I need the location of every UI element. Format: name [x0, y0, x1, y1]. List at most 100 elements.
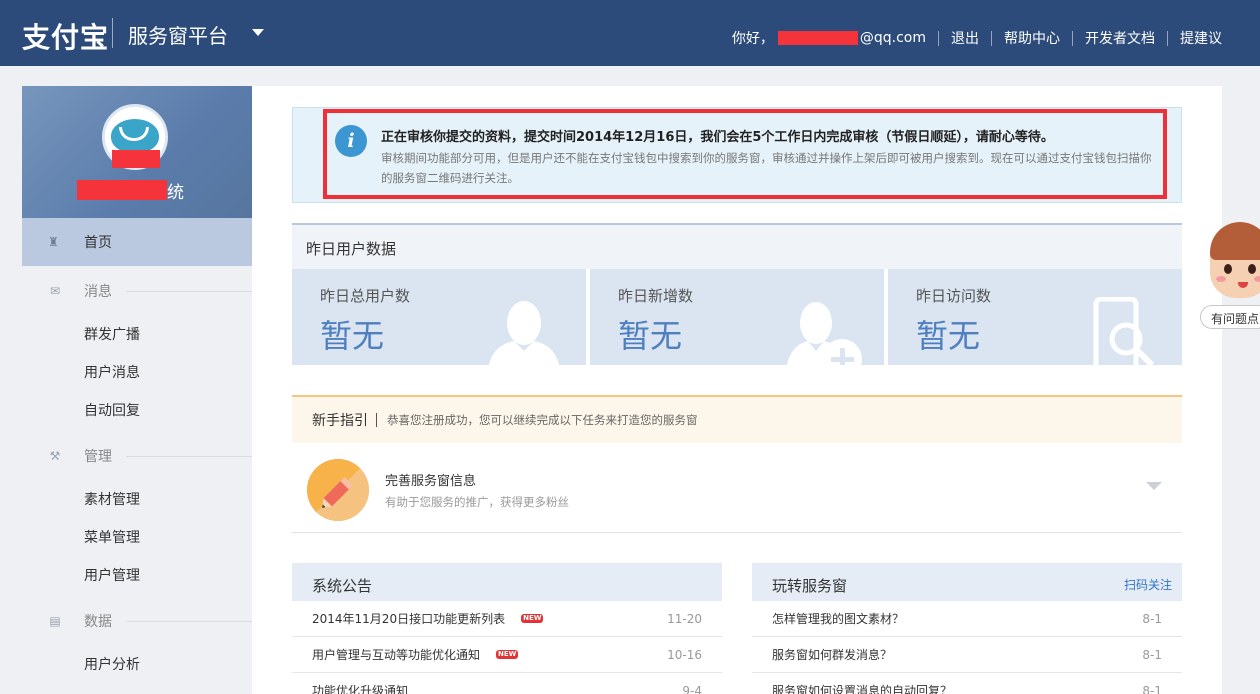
stat-value: 暂无 [618, 317, 683, 355]
list-item-text: 服务窗如何群发消息？ [772, 648, 893, 662]
sidebar-item-users[interactable]: 用户管理 [84, 565, 140, 585]
redacted-account-name [77, 180, 167, 200]
guide-separator [376, 413, 377, 427]
list-item-text: 功能优化升级通知 [312, 684, 409, 694]
card-title: 系统公告 [312, 577, 373, 595]
stat-value: 暂无 [320, 317, 385, 355]
nav-separator [938, 30, 939, 46]
stat-label: 昨日访问数 [916, 287, 992, 305]
list-item-date: 10-16 [667, 647, 702, 662]
list-item-text: 服务窗如何设置消息的自动回复？ [772, 684, 953, 694]
service-window-tips: 玩转服务窗 扫码关注 怎样管理我的图文素材？ 8-1 服务窗如何群发消息？ 8-… [752, 563, 1182, 694]
list-item-date: 8-1 [1142, 611, 1162, 626]
list-item-text: 怎样管理我的图文素材？ [772, 612, 905, 626]
system-announcements: 系统公告 2014年11月20日接口功能更新列表 NEW 11-20 用户管理与… [292, 563, 722, 694]
feedback-link[interactable]: 提建议 [1180, 28, 1222, 48]
nav-separator [1072, 30, 1073, 46]
new-badge: NEW [496, 650, 519, 659]
group-divider [126, 455, 252, 457]
sidebar-item-materials[interactable]: 素材管理 [84, 489, 140, 509]
sidebar-item-user-analysis[interactable]: 用户分析 [84, 654, 140, 674]
top-bar: 支付宝 服务窗平台 你好， @qq.com 退出 帮助中心 开发者文档 提建议 [0, 0, 1260, 66]
scan-follow-link[interactable]: 扫码关注 [1124, 576, 1172, 593]
phone-search-icon [1093, 297, 1155, 365]
sidebar-group-management: ⚒ 管理 [22, 441, 252, 471]
sidebar-group-label: 消息 [84, 284, 112, 300]
list-item[interactable]: 2014年11月20日接口功能更新列表 NEW 11-20 [292, 601, 722, 637]
logout-link[interactable]: 退出 [951, 28, 979, 48]
notice-body: 审核期间功能部分可用，但是用户还不能在支付宝钱包中搜索到你的服务窗，审核通过并操… [381, 151, 1152, 185]
sidebar-item-home[interactable]: ♜ 首页 [22, 218, 252, 266]
list-item[interactable]: 功能优化升级通知 9-4 [292, 673, 722, 694]
list-item-date: 11-20 [667, 611, 702, 626]
guide-task-complete-info[interactable]: 完善服务窗信息 有助于您服务的推广，获得更多粉丝 [292, 443, 1182, 533]
home-icon: ♜ [48, 235, 59, 249]
developer-docs-link[interactable]: 开发者文档 [1085, 28, 1155, 48]
sidebar-group-label: 管理 [84, 449, 112, 465]
stat-value: 暂无 [916, 317, 981, 355]
task-description: 有助于您服务的推广，获得更多粉丝 [385, 495, 569, 509]
task-title: 完善服务窗信息 [385, 474, 477, 489]
stat-total-users[interactable]: 昨日总用户数 暂无 [292, 269, 586, 365]
help-center-link[interactable]: 帮助中心 [1004, 28, 1060, 48]
review-notice: i 正在审核你提交的资料，提交时间2014年12月16日，我们会在5个工作日内完… [292, 107, 1182, 203]
guide-title: 新手指引 [312, 413, 368, 429]
group-divider [126, 620, 252, 622]
greeting-prefix: 你好， [731, 31, 774, 47]
redacted-username [777, 31, 858, 45]
content-area: i 正在审核你提交的资料，提交时间2014年12月16日，我们会在5个工作日内完… [292, 86, 1182, 694]
email-suffix: @qq.com [859, 30, 926, 46]
sidebar-item-auto-reply[interactable]: 自动回复 [84, 400, 140, 420]
nav-separator [991, 30, 992, 46]
card-title: 玩转服务窗 [772, 577, 848, 595]
help-assistant[interactable]: 有问题点 [1200, 222, 1260, 332]
user-greeting: 你好， @qq.com [732, 28, 926, 48]
group-divider [126, 290, 252, 292]
tools-icon: ⚒ [49, 449, 61, 463]
sidebar-item-user-messages[interactable]: 用户消息 [84, 362, 140, 382]
list-item-date: 9-4 [682, 683, 702, 694]
sidebar-item-menu[interactable]: 菜单管理 [84, 527, 140, 547]
sidebar-group-label: 数据 [84, 614, 112, 630]
main-panel: 统 ♜ 首页 ✉ 消息 群发广播 用户消息 自动回复 ⚒ 管理 素材管理 菜单管… [22, 86, 1222, 694]
top-nav: 你好， @qq.com 退出 帮助中心 开发者文档 提建议 [732, 28, 1222, 48]
profile-name: 统 [77, 179, 184, 203]
sidebar-group-data: ▤ 数据 [22, 606, 252, 636]
user-add-icon [786, 302, 862, 365]
list-item[interactable]: 怎样管理我的图文素材？ 8-1 [752, 601, 1182, 637]
stat-label: 昨日总用户数 [320, 287, 411, 305]
help-bubble[interactable]: 有问题点 [1200, 305, 1260, 329]
platform-title[interactable]: 服务窗平台 [128, 20, 228, 49]
chevron-down-icon[interactable] [252, 29, 264, 36]
list-item-text: 2014年11月20日接口功能更新列表 [312, 612, 506, 626]
new-badge: NEW [521, 614, 544, 623]
list-item[interactable]: 用户管理与互动等功能优化通知 NEW 10-16 [292, 637, 722, 673]
sidebar-item-broadcast[interactable]: 群发广播 [84, 324, 140, 344]
stat-new-users[interactable]: 昨日新增数 暂无 [590, 269, 884, 365]
announcements-title: 系统公告 [292, 563, 722, 601]
sidebar-item-label: 首页 [84, 235, 112, 251]
sidebar-group-messages: ✉ 消息 [22, 276, 252, 306]
redacted-avatar-label [112, 150, 160, 168]
list-item-text: 用户管理与互动等功能优化通知 [312, 648, 481, 662]
notice-title: 正在审核你提交的资料，提交时间2014年12月16日，我们会在5个工作日内完成审… [381, 130, 1054, 145]
envelope-icon: ✉ [49, 284, 61, 298]
stats-title: 昨日用户数据 [292, 225, 1182, 269]
list-item[interactable]: 服务窗如何设置消息的自动回复？ 8-1 [752, 673, 1182, 694]
nav-separator [1167, 30, 1168, 46]
stat-visits[interactable]: 昨日访问数 暂无 [888, 269, 1182, 365]
yesterday-stats: 昨日用户数据 昨日总用户数 暂无 昨日新增数 暂无 昨日访问数 暂无 [292, 223, 1182, 365]
beginner-guide-header: 新手指引 恭喜您注册成功，您可以继续完成以下任务来打造您的服务窗 [292, 395, 1182, 443]
guide-subtitle: 恭喜您注册成功，您可以继续完成以下任务来打造您的服务窗 [387, 413, 698, 427]
profile-card: 统 [22, 86, 252, 218]
list-item-date: 8-1 [1142, 647, 1162, 662]
user-icon [488, 301, 560, 365]
profile-name-suffix: 统 [167, 182, 184, 203]
assistant-avatar-icon [1210, 222, 1260, 298]
list-item[interactable]: 服务窗如何群发消息？ 8-1 [752, 637, 1182, 673]
chart-icon: ▤ [49, 614, 61, 628]
stat-label: 昨日新增数 [618, 287, 694, 305]
pencil-icon [307, 459, 369, 521]
alipay-logo[interactable]: 支付宝 [22, 16, 109, 56]
chevron-down-icon[interactable] [1146, 482, 1162, 490]
